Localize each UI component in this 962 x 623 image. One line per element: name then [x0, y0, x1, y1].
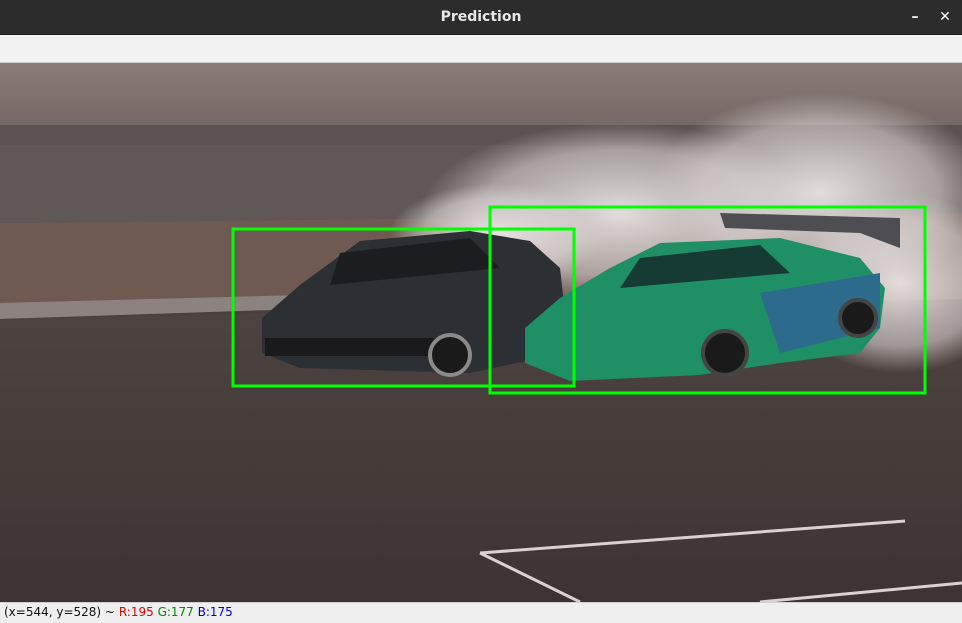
prediction-image: [0, 63, 962, 602]
close-button[interactable]: ✕: [934, 6, 956, 28]
minimize-button[interactable]: –: [904, 6, 926, 28]
cursor-coords: (x=544, y=528) ~: [4, 605, 115, 619]
blue-value: B:175: [197, 605, 233, 619]
green-value: G:177: [157, 605, 194, 619]
toolbar: [0, 35, 962, 63]
image-viewport[interactable]: [0, 63, 962, 602]
red-value: R:195: [118, 605, 154, 619]
title-bar[interactable]: Prediction – ✕: [0, 0, 962, 35]
status-bar: (x=544, y=528) ~ R:195 G:177 B:175: [0, 602, 962, 623]
window-title: Prediction: [440, 9, 522, 25]
